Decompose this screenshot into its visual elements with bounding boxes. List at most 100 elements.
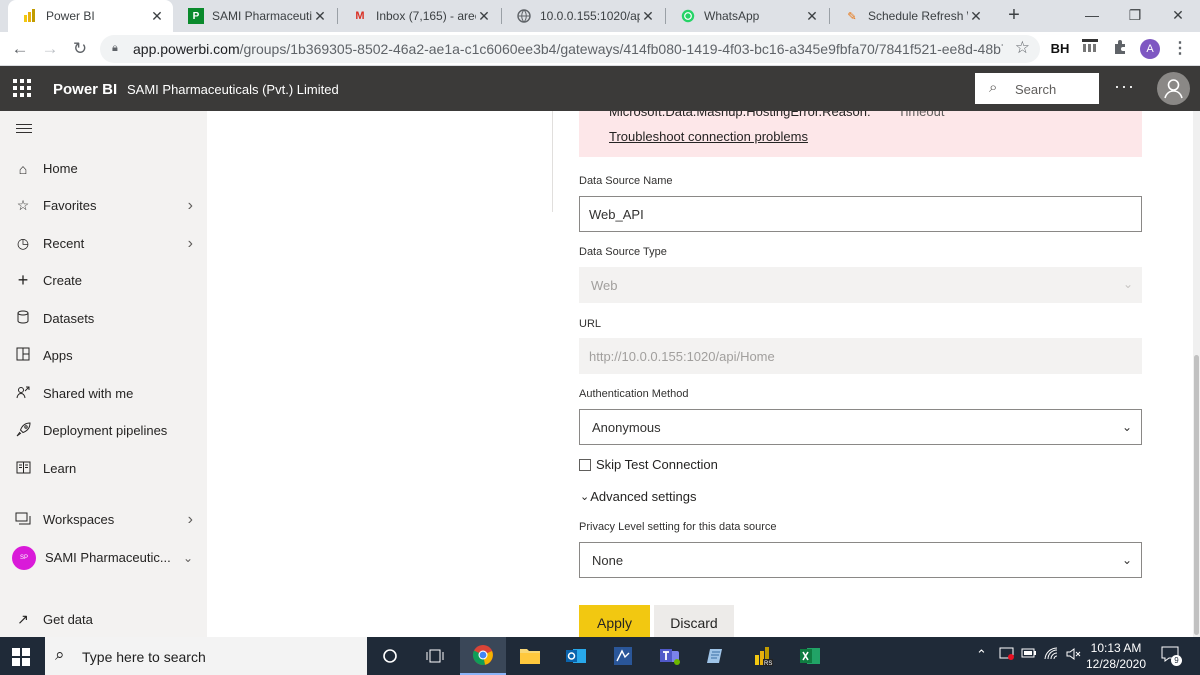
tab-sami[interactable]: P SAMI Pharmaceutica ✕ [174,0,336,32]
nav-item-label: Get data [43,612,93,627]
nav-item-recent[interactable]: ◷ Recent › [0,225,207,262]
database-icon [15,310,31,327]
rs-badge-text: RS [764,661,772,667]
chrome-taskbar-icon[interactable] [460,637,506,675]
close-tab-icon[interactable]: ✕ [149,8,165,25]
tab-schedule-refresh[interactable]: ✎ Schedule Refresh We ✕ [830,0,992,32]
hamburger-icon[interactable] [16,124,32,136]
battery-icon[interactable] [1021,647,1037,662]
forward-arrow-icon[interactable]: → [38,37,62,61]
tab-title: Power BI [46,9,95,23]
chevron-right-icon: › [187,234,193,252]
tab-title: WhatsApp [704,9,760,23]
sami-favicon: P [188,8,204,24]
extension-bh[interactable]: BH [1050,39,1070,59]
clock-icon: ◷ [16,235,30,251]
tab-title: SAMI Pharmaceutica [212,9,312,23]
tab-power-bi[interactable]: Power BI ✕ [8,0,173,32]
tab-gmail[interactable]: M Inbox (7,165) - areeb ✕ [338,0,500,32]
url-input[interactable]: http://10.0.0.155:1020/api/Home [579,338,1142,374]
main-content: Microsoft.Data.Mashup.HostingError.Reaso… [207,111,1193,637]
taskbar-search-input[interactable]: ⌕ Type here to search [45,637,367,675]
minimize-button[interactable]: — [1070,0,1114,32]
task-view-icon[interactable] [412,637,458,675]
shared-icon [15,385,31,402]
skip-test-connection-checkbox[interactable] [579,458,591,471]
nav-item-get-data[interactable]: ↗ Get data [0,601,207,638]
scrollbar-thumb[interactable] [1194,355,1199,635]
authentication-method-select[interactable]: Anonymous ⌄ [579,409,1142,445]
nav-item-home[interactable]: ⌂ Home [0,150,207,187]
user-avatar[interactable] [1157,72,1190,105]
nav-item-deployment-pipelines[interactable]: Deployment pipelines [0,412,207,449]
arrow-up-right-icon: ↗ [17,611,29,627]
browser-menu-icon[interactable]: ⋮ [1172,39,1188,59]
show-hidden-icons-icon[interactable]: ⌃ [976,647,987,663]
bookmark-star-icon[interactable]: ☆ [1015,38,1030,58]
back-arrow-icon[interactable]: ← [8,37,32,61]
chevron-down-icon: ⌄ [182,550,193,565]
extensions-puzzle-icon[interactable] [1110,39,1130,59]
nav-item-datasets[interactable]: Datasets [0,300,207,337]
brand-title[interactable]: Power BI [53,81,117,98]
gmail-icon: M [355,10,365,22]
profile-avatar[interactable]: A [1140,39,1160,59]
excel-icon[interactable] [787,637,833,675]
notes-app-icon[interactable] [693,637,739,675]
windows-start-icon[interactable] [12,648,30,666]
nav-item-shared[interactable]: Shared with me [0,375,207,412]
advanced-settings-toggle[interactable]: ⌄ Advanced settings [580,489,696,504]
outlook-icon[interactable] [553,637,599,675]
new-tab-button[interactable]: + [1002,4,1026,28]
display-icon[interactable] [999,647,1015,664]
close-tab-icon[interactable]: ✕ [476,8,492,25]
discard-button[interactable]: Discard [654,605,734,637]
data-source-name-input[interactable]: Web_API [579,196,1142,232]
nav-item-current-workspace[interactable]: SP SAMI Pharmaceutic... ⌄ [0,539,207,576]
wifi-icon[interactable] [1044,647,1060,664]
search-input[interactable]: ⌕ Search [975,73,1099,104]
troubleshoot-link[interactable]: Troubleshoot connection problems [609,129,808,144]
star-icon: ☆ [16,197,30,213]
advanced-settings-label: Advanced settings [590,489,697,504]
restore-button[interactable]: ❐ [1113,0,1157,32]
tab-whatsapp[interactable]: WhatsApp ✕ [666,0,828,32]
system-clock[interactable]: 10:13 AM 12/28/2020 [1083,640,1149,672]
notification-count: 9 [1171,655,1182,666]
close-tab-icon[interactable]: ✕ [312,8,328,25]
url-bar[interactable]: 🔒︎ app.powerbi.com/groups/1b369305-8502-… [100,35,1040,63]
file-explorer-icon[interactable] [507,637,553,675]
nav-item-label: Home [43,161,78,176]
chevron-right-icon: › [187,510,193,528]
nav-item-learn[interactable]: Learn [0,450,207,487]
nav-item-favorites[interactable]: ☆ Favorites › [0,187,207,224]
app-launcher-icon[interactable] [13,79,31,97]
extension-table-icon[interactable] [1080,39,1100,59]
data-source-type-select[interactable]: Web ⌄ [579,267,1142,303]
nav-item-create[interactable]: + Create [0,262,207,299]
nav-item-label: SAMI Pharmaceutic... [45,550,171,565]
notification-center-icon[interactable]: 9 [1160,646,1182,666]
teams-icon[interactable] [647,637,693,675]
close-window-button[interactable]: ✕ [1156,0,1200,32]
close-tab-icon[interactable]: ✕ [804,8,820,25]
url-path: /groups/1b369305-8502-46a2-ae1a-c1c6060e… [239,41,1003,57]
skip-test-connection-row[interactable]: Skip Test Connection [579,457,718,472]
volume-muted-icon[interactable] [1066,647,1082,664]
tab-api[interactable]: 10.0.0.155:1020/api/ ✕ [502,0,664,32]
powerbi-report-server-icon[interactable]: RS [740,637,786,675]
apply-button[interactable]: Apply [579,605,650,637]
nav-item-apps[interactable]: Apps [0,337,207,374]
tab-title: Schedule Refresh We [868,9,968,23]
close-tab-icon[interactable]: ✕ [968,8,984,25]
error-value: Timeout [898,111,945,119]
network-app-icon[interactable] [600,637,646,675]
nav-item-label: Create [43,273,83,288]
cortana-icon[interactable] [367,637,413,675]
close-tab-icon[interactable]: ✕ [640,8,656,25]
privacy-level-select[interactable]: None ⌄ [579,542,1142,578]
reload-icon[interactable]: ↻ [68,37,92,61]
more-options-icon[interactable]: ··· [1114,76,1135,97]
nav-item-workspaces[interactable]: Workspaces › [0,501,207,538]
tab-title: 10.0.0.155:1020/api/ [540,9,640,23]
